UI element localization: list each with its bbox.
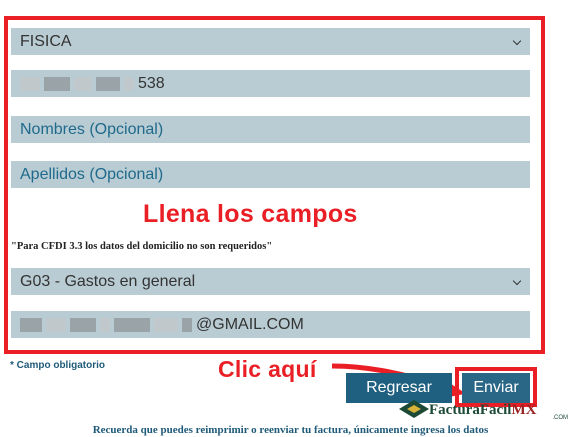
footer-reprint-note: Recuerda que puedes reimprimir o reenvia… (92, 424, 489, 436)
person-type-select[interactable]: FISICA (11, 28, 530, 55)
redacted-text-block (154, 317, 178, 332)
redacted-text-block (74, 76, 92, 91)
annotation-fill-fields: Llena los campos (143, 200, 358, 228)
logo-domain: .COM (552, 415, 568, 421)
redacted-text-block (20, 317, 42, 332)
chevron-down-icon (512, 277, 522, 287)
chevron-down-icon (512, 37, 522, 47)
surnames-input[interactable]: Apellidos (Opcional) (11, 161, 530, 188)
names-input[interactable]: Nombres (Opcional) (11, 116, 530, 143)
redacted-text-block (124, 76, 134, 91)
rfc-input[interactable]: 538 (11, 70, 530, 97)
redacted-text-block (44, 76, 70, 91)
names-placeholder: Nombres (Opcional) (20, 120, 164, 138)
cfdi-note: "Para CFDI 3.3 los datos del domicilio n… (11, 241, 273, 252)
redacted-text-block (70, 317, 96, 332)
redacted-text-block (96, 76, 120, 91)
rfc-visible-suffix: 538 (138, 74, 165, 92)
logo-mark-icon (399, 400, 429, 418)
redacted-text-block (46, 317, 66, 332)
facturafacil-logo: FacturaFacilMX .COM (399, 398, 574, 422)
logo-wordmark: FacturaFacilMX (429, 402, 536, 419)
logo-brand-mx: MX (511, 401, 537, 418)
redacted-text-block (182, 317, 192, 332)
logo-brand-main: FacturaFacil (429, 401, 512, 418)
cfdi-use-select[interactable]: G03 - Gastos en general (11, 268, 530, 295)
redacted-text-block (100, 317, 110, 332)
redacted-text-block (20, 76, 40, 91)
email-input[interactable]: @GMAIL.COM (11, 311, 530, 338)
email-visible-suffix: @GMAIL.COM (196, 315, 304, 333)
redacted-text-block (114, 317, 150, 332)
person-type-value: FISICA (20, 32, 72, 50)
surnames-placeholder: Apellidos (Opcional) (20, 165, 164, 183)
cfdi-use-value: G03 - Gastos en general (20, 272, 196, 290)
required-field-note: * Campo obligatorio (10, 360, 105, 371)
annotation-click-here: Clic aquí (218, 356, 317, 382)
